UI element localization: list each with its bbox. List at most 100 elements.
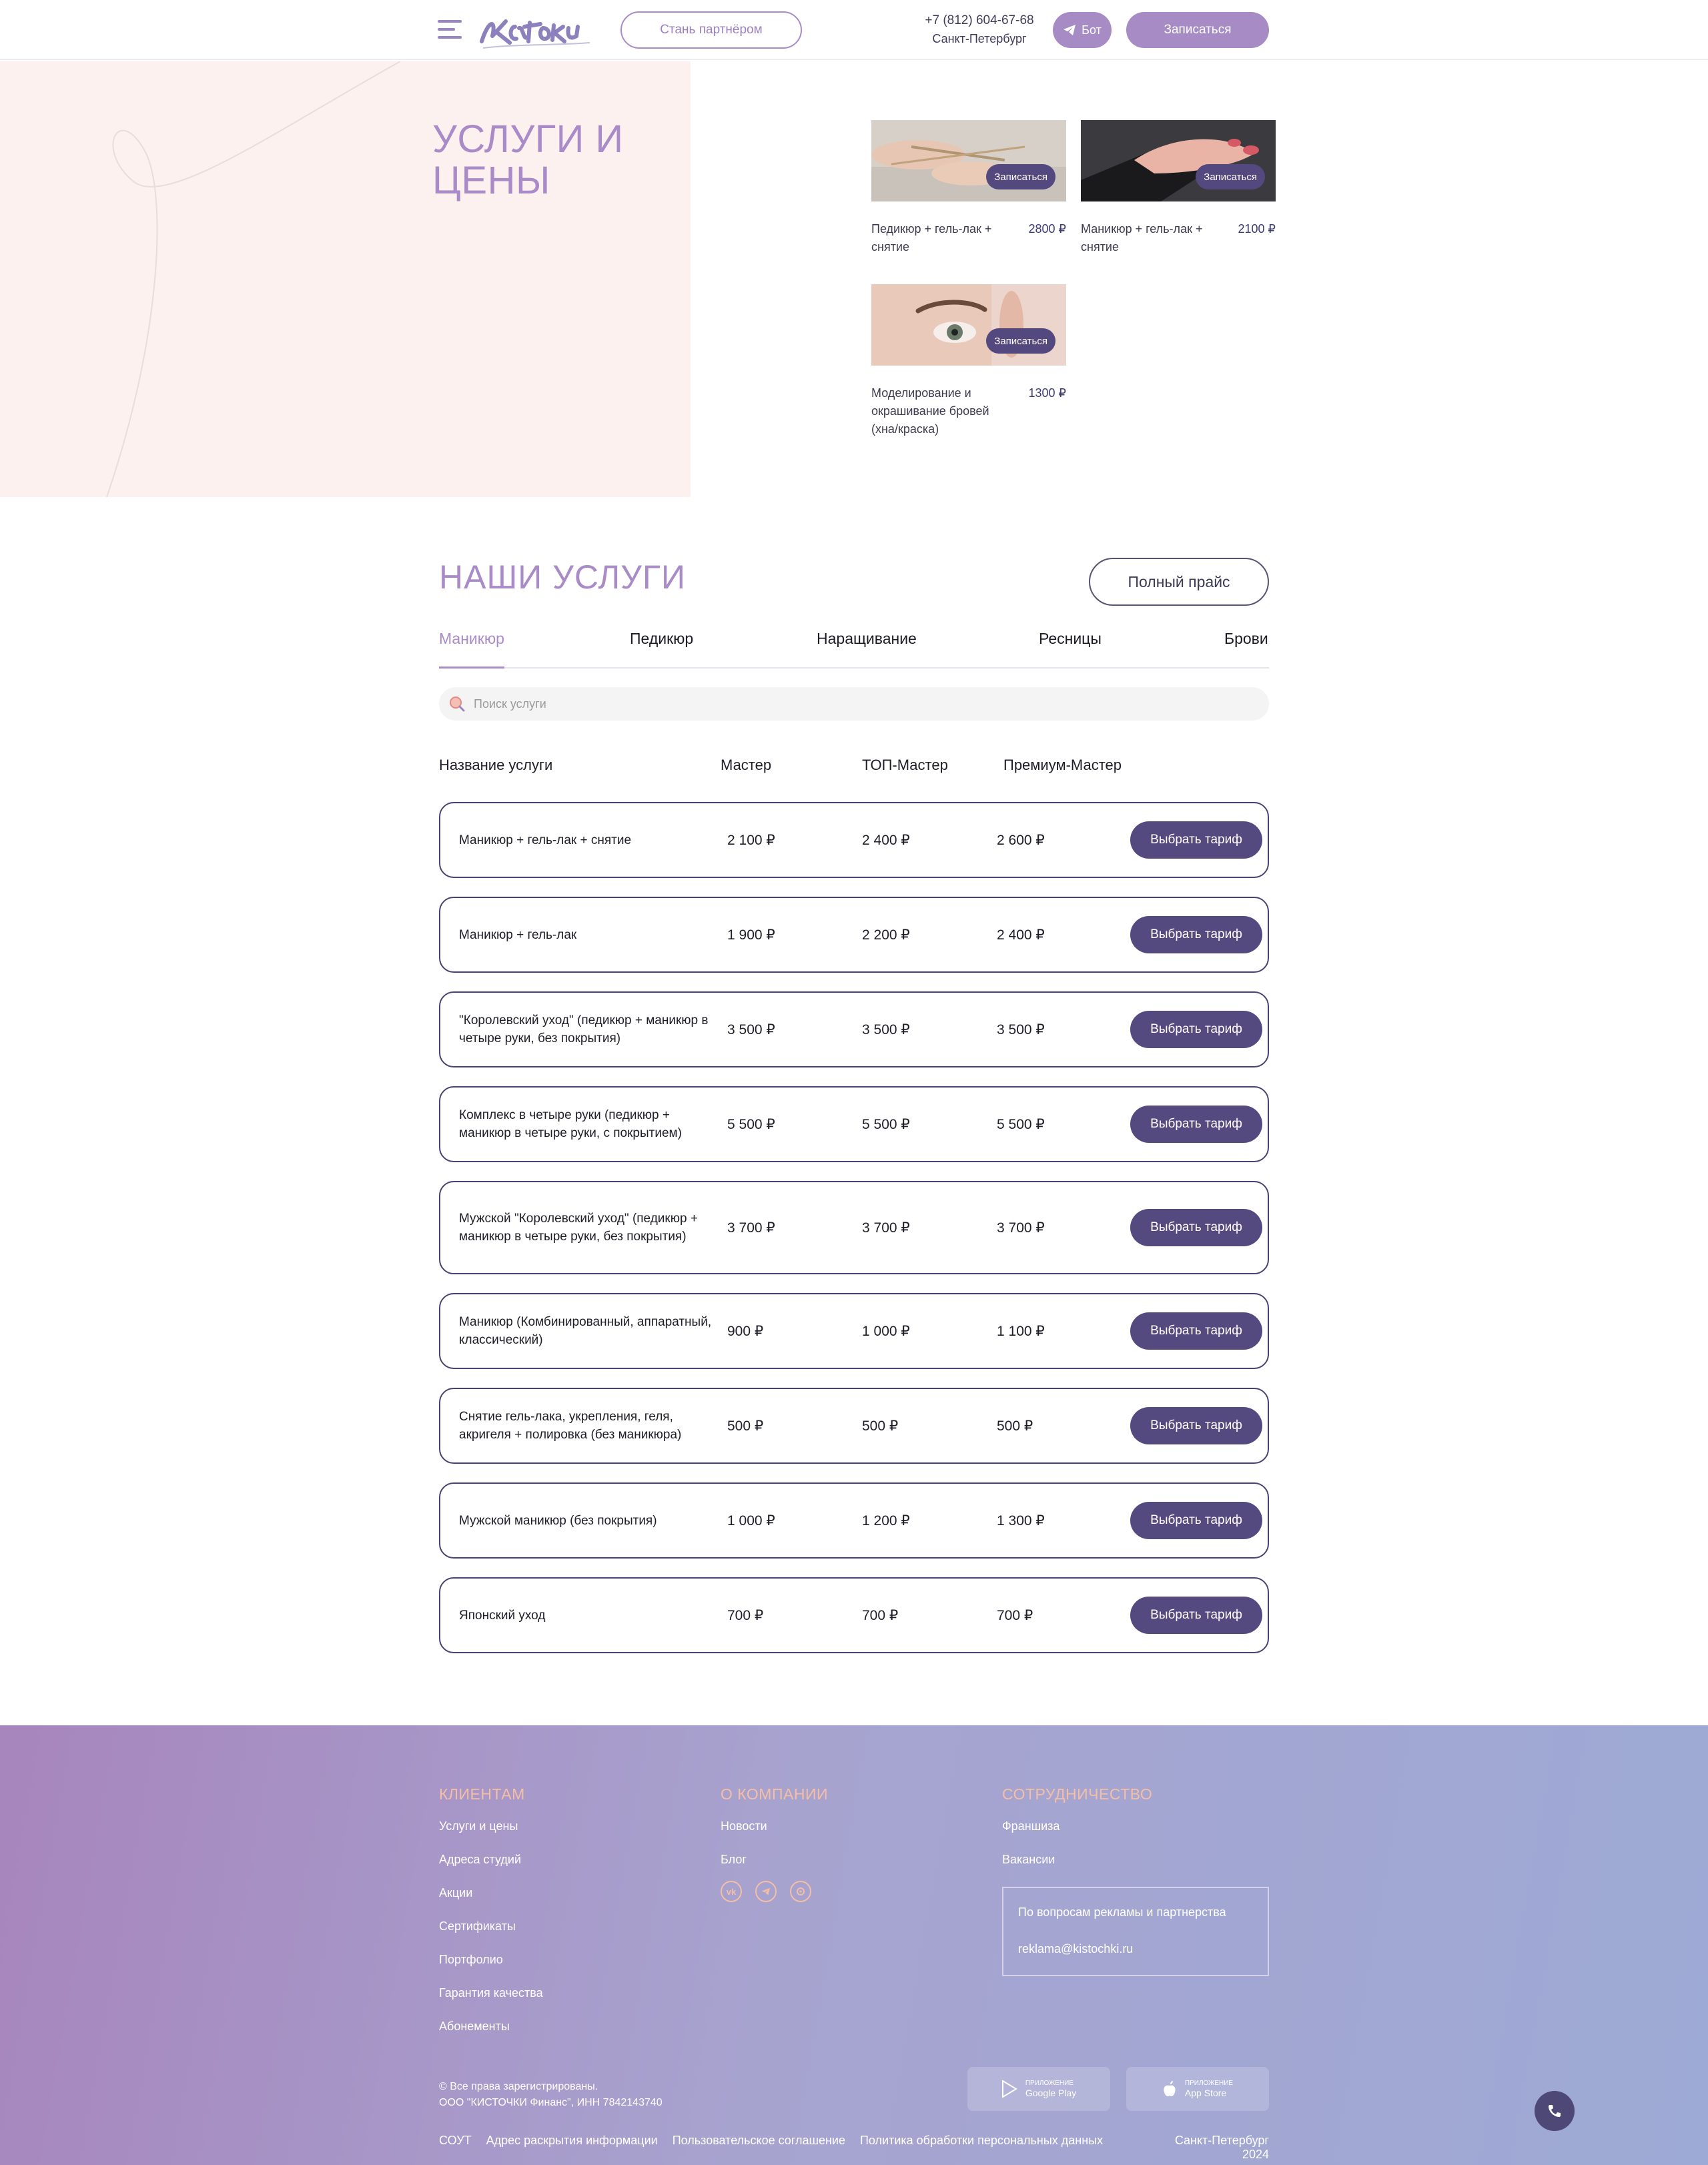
table-row: Мужской маникюр (без покрытия) 1 000 ₽ 1… [439, 1482, 1269, 1559]
search-input[interactable] [474, 697, 1208, 711]
table-row: "Королевский уход" (педикюр + маникюр в … [439, 991, 1269, 1067]
row-service-name: Мужской "Королевский уход" (педикюр + ма… [459, 1212, 698, 1244]
social-links: vk [721, 1881, 828, 1902]
row-price-top-master: 1 000 ₽ [862, 1323, 910, 1339]
choose-tariff-button[interactable]: Выбрать тариф [1130, 821, 1262, 859]
footer-link[interactable]: Сертификаты [439, 1918, 543, 1934]
row-price-premium: 2 600 ₽ [997, 832, 1045, 848]
full-price-button[interactable]: Полный прайс [1089, 558, 1269, 606]
phone-number[interactable]: +7 (812) 604-67-68 [914, 12, 1045, 29]
service-card[interactable]: Записаться Педикюр + гель-лак + снятие 2… [871, 120, 1066, 256]
bot-button[interactable]: Бот [1053, 12, 1112, 48]
card-book-button[interactable]: Записаться [986, 328, 1055, 354]
card-book-button[interactable]: Записаться [1196, 164, 1265, 189]
footer-link[interactable]: Вакансии [1002, 1851, 1152, 1867]
choose-tariff-button[interactable]: Выбрать тариф [1130, 1502, 1262, 1539]
footer-link[interactable]: Акции [439, 1885, 543, 1901]
table-row: Маникюр (Комбинированный, аппаратный, кл… [439, 1293, 1269, 1369]
services-table: Маникюр + гель-лак + снятие 2 100 ₽ 2 40… [439, 802, 1269, 1672]
footer-link[interactable]: Абонементы [439, 2018, 543, 2034]
apple-icon [1164, 2081, 1176, 2096]
card-book-button[interactable]: Записаться [986, 164, 1055, 189]
google-play-button[interactable]: ПРИЛОЖЕНИЕ Google Play [967, 2067, 1110, 2111]
choose-tariff-button[interactable]: Выбрать тариф [1130, 1106, 1262, 1143]
footer-link[interactable]: Новости [721, 1818, 828, 1834]
legal-link[interactable]: Политика обработки персональных данных [860, 2134, 1103, 2148]
choose-tariff-button[interactable]: Выбрать тариф [1130, 916, 1262, 953]
become-partner-button[interactable]: Стань партнёром [620, 11, 802, 49]
row-service-name: Маникюр + гель-лак + снятие [459, 833, 632, 847]
telegram-icon[interactable] [755, 1881, 777, 1902]
service-image-brows: Записаться [871, 284, 1066, 366]
service-card[interactable]: Записаться Моделирование и окрашивание б… [871, 284, 1066, 438]
row-price-premium: 1 300 ₽ [997, 1512, 1045, 1529]
row-price-premium: 500 ₽ [997, 1418, 1033, 1434]
city-label: Санкт-Петербург [932, 32, 1027, 45]
google-play-icon [1001, 2080, 1017, 2098]
row-price-top-master: 2 400 ₽ [862, 832, 910, 848]
tab-lashes[interactable]: Ресницы [1039, 630, 1102, 669]
copyright-line: © Все права зарегистрированы. [439, 2081, 598, 2092]
search-bar [439, 687, 1269, 721]
footer-link[interactable]: Портфолио [439, 1952, 543, 1968]
tab-manicure[interactable]: Маникюр [439, 630, 504, 669]
service-image-manicure: Записаться [1081, 120, 1276, 201]
card-service-name: Маникюр + гель-лак + снятие [1081, 222, 1203, 254]
row-price-top-master: 5 500 ₽ [862, 1116, 910, 1132]
advertising-email[interactable]: reklama@kistochki.ru [1018, 1942, 1253, 1956]
row-price-master: 1 000 ₽ [727, 1512, 775, 1529]
card-service-price: 1300 ₽ [1028, 386, 1067, 400]
row-price-top-master: 3 500 ₽ [862, 1021, 910, 1037]
legal-link[interactable]: Адрес раскрытия информации [486, 2134, 658, 2148]
footer-link[interactable]: Блог [721, 1851, 828, 1867]
google-play-caption: ПРИЛОЖЕНИЕ [1025, 2080, 1074, 2087]
table-row: Маникюр + гель-лак + снятие 2 100 ₽ 2 40… [439, 802, 1269, 878]
choose-tariff-button[interactable]: Выбрать тариф [1130, 1312, 1262, 1350]
tab-pedicure[interactable]: Педикюр [630, 630, 693, 669]
row-price-master: 2 100 ₽ [727, 832, 775, 848]
choose-tariff-button[interactable]: Выбрать тариф [1130, 1597, 1262, 1634]
row-price-master: 700 ₽ [727, 1607, 764, 1623]
tab-extension[interactable]: Наращивание [817, 630, 917, 669]
call-button[interactable] [1535, 2091, 1575, 2131]
row-price-premium: 1 100 ₽ [997, 1323, 1045, 1339]
footer-link[interactable]: Гарантия качества [439, 1985, 543, 2001]
footer-link[interactable]: Франшиза [1002, 1818, 1152, 1834]
advertising-box: По вопросам рекламы и партнерства reklam… [1002, 1887, 1269, 1976]
choose-tariff-button[interactable]: Выбрать тариф [1130, 1407, 1262, 1444]
vk-icon[interactable]: vk [721, 1881, 742, 1902]
contact-block: +7 (812) 604-67-68 Санкт-Петербург [914, 12, 1045, 48]
legal-link[interactable]: Пользовательское соглашение [673, 2134, 845, 2148]
choose-tariff-button[interactable]: Выбрать тариф [1130, 1209, 1262, 1246]
service-image-pedicure: Записаться [871, 120, 1066, 201]
social-icon[interactable] [790, 1881, 811, 1902]
footer-clients-column: КЛИЕНТАМ Услуги и цены Адреса студий Акц… [439, 1785, 543, 2052]
column-header-name: Название услуги [439, 757, 553, 773]
row-price-master: 5 500 ₽ [727, 1116, 775, 1132]
row-service-name: "Королевский уход" (педикюр + маникюр в … [459, 1013, 709, 1045]
footer-link[interactable]: Адреса студий [439, 1851, 543, 1867]
footer-partnership-column: СОТРУДНИЧЕСТВО Франшиза Вакансии [1002, 1785, 1152, 1885]
legal-link[interactable]: СОУТ [439, 2134, 472, 2148]
row-price-master: 500 ₽ [727, 1418, 764, 1434]
row-price-top-master: 2 200 ₽ [862, 927, 910, 943]
copyright: © Все права зарегистрированы. ООО "КИСТО… [439, 2079, 663, 2111]
card-service-price: 2800 ₽ [1028, 222, 1067, 236]
menu-icon[interactable] [438, 20, 463, 40]
logo[interactable] [476, 7, 596, 53]
tab-brows[interactable]: Брови [1224, 630, 1268, 669]
book-button[interactable]: Записаться [1126, 12, 1269, 48]
card-service-name: Моделирование и окрашивание бровей (хна/… [871, 386, 989, 436]
card-service-price: 2100 ₽ [1238, 222, 1276, 236]
footer-link[interactable]: Услуги и цены [439, 1818, 543, 1834]
column-header-master: Мастер [721, 757, 772, 773]
row-price-master: 3 700 ₽ [727, 1220, 775, 1236]
choose-tariff-button[interactable]: Выбрать тариф [1130, 1011, 1262, 1048]
app-store-label: App Store [1184, 2088, 1227, 2098]
table-row: Мужской "Королевский уход" (педикюр + ма… [439, 1181, 1269, 1274]
service-card[interactable]: Записаться Маникюр + гель-лак + снятие 2… [1081, 120, 1276, 256]
app-store-button[interactable]: ПРИЛОЖЕНИЕ App Store [1126, 2067, 1269, 2111]
advertising-text: По вопросам рекламы и партнерства [1018, 1905, 1226, 1919]
row-price-premium: 3 700 ₽ [997, 1220, 1045, 1236]
footer-partnership-title: СОТРУДНИЧЕСТВО [1002, 1785, 1153, 1803]
